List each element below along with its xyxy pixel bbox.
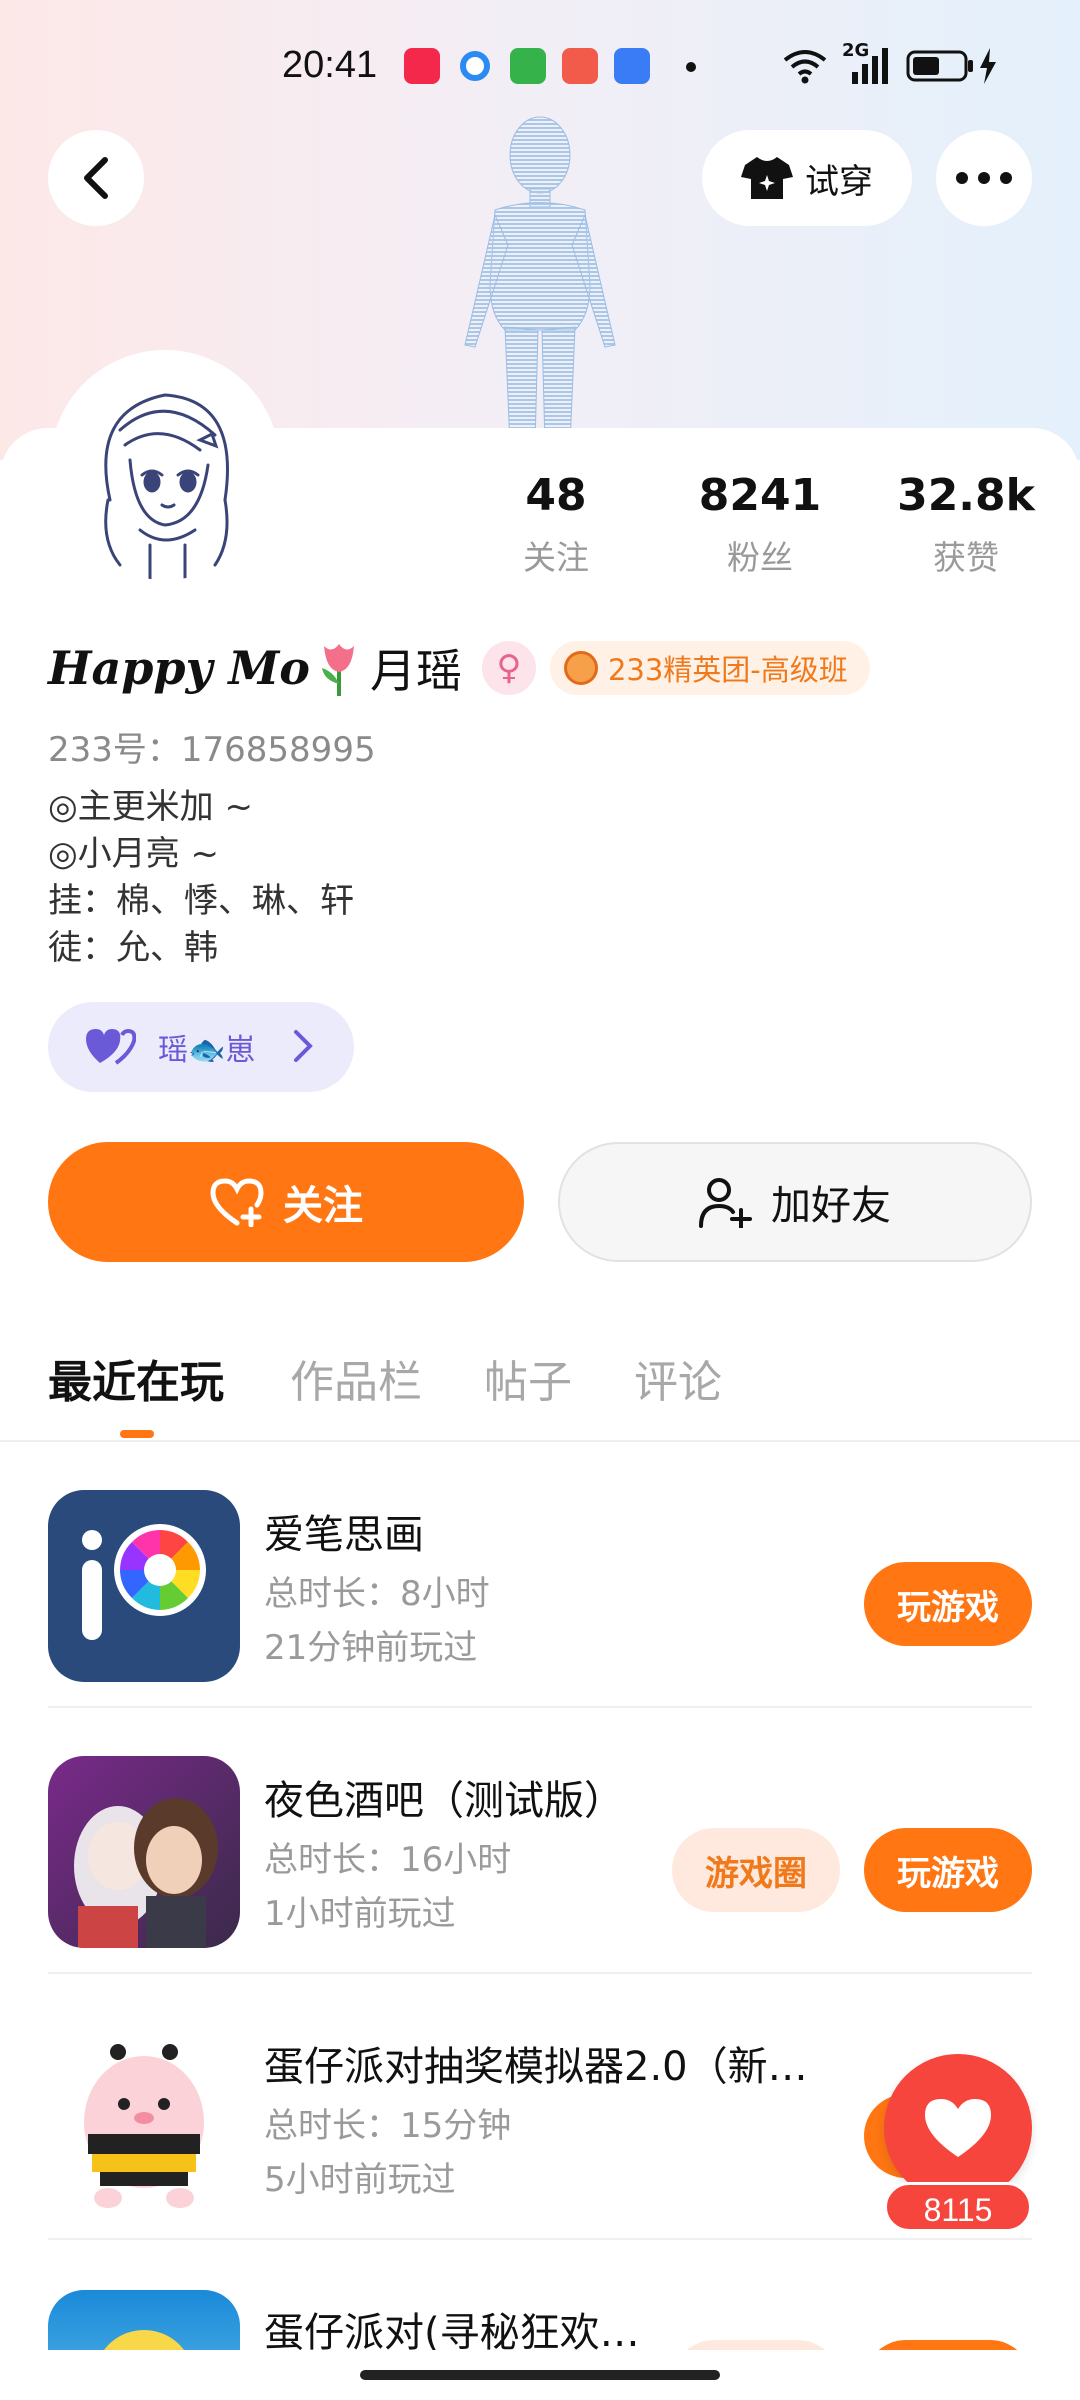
tab-works[interactable]: 作品栏 — [290, 1346, 422, 1410]
battery-icon — [906, 50, 973, 82]
game-last-played: 21分钟前玩过 — [264, 1628, 478, 1668]
name-row: Happy Mo 月瑶 ♀ 233精英团-高级班 — [48, 636, 870, 700]
bio-line: 挂：棉、悸、琳、轩 — [48, 881, 354, 921]
bio-line: 徒：允、韩 — [48, 928, 218, 968]
stat-likes[interactable]: 32.8k 获赞 — [886, 470, 1046, 579]
back-button[interactable] — [48, 130, 144, 226]
wifi-icon — [783, 50, 827, 84]
avatar-3d-figure — [464, 116, 616, 445]
game-duration: 总时长：8小时 — [264, 1574, 490, 1614]
game-circle-button[interactable] — [672, 2340, 840, 2350]
stat-label: 粉丝 — [727, 538, 793, 577]
stat-label: 获赞 — [933, 538, 999, 577]
avatar-illustration — [104, 393, 229, 580]
heart-icon — [925, 2099, 991, 2157]
game-title: 蛋仔派对(寻秘狂欢… — [264, 2310, 640, 2350]
market-app-icon — [510, 48, 546, 84]
tab-indicator — [120, 1430, 154, 1438]
more-button[interactable] — [936, 130, 1032, 226]
medal-icon — [563, 651, 598, 685]
play-game-button[interactable] — [864, 2340, 1032, 2350]
notification-dot-icon — [686, 62, 696, 72]
game-duration: 总时长：16小时 — [264, 1840, 512, 1880]
signal-icon — [852, 48, 888, 84]
follow-label: 关注 — [283, 1183, 363, 1229]
user-id: 233号：176858995 — [48, 730, 376, 770]
night-bar-game-icon — [48, 1756, 240, 1948]
gender-female-icon: ♀ — [481, 641, 536, 695]
chevron-right-icon — [294, 1030, 313, 1062]
like-count-badge: 8115 — [884, 2182, 1032, 2232]
stat-following[interactable]: 48 关注 — [476, 470, 636, 579]
play-game-button[interactable]: 玩游戏 — [864, 1828, 1032, 1912]
try-on-label: 试穿 — [805, 161, 873, 202]
list-item[interactable]: 爱笔思画 总时长：8小时 21分钟前玩过 玩游戏 — [0, 1442, 1080, 1708]
bio-line: ◎主更米加 ~ — [48, 787, 253, 827]
music-app-icon — [562, 48, 598, 84]
stat-fans[interactable]: 8241 粉丝 — [680, 470, 840, 579]
stat-value: 48 — [525, 470, 587, 521]
heart-plus-icon — [210, 1178, 264, 1227]
eggy-party-icon — [48, 2290, 240, 2350]
bio: ◎主更米加 ~ ◎小月亮 ~ 挂：棉、悸、琳、轩 徒：允、韩 — [48, 784, 354, 972]
username-cn: 月瑶 — [369, 644, 462, 698]
home-indicator[interactable] — [360, 2370, 720, 2380]
eggy-bee-icon — [48, 2022, 240, 2214]
tab-posts[interactable]: 帖子 — [484, 1346, 572, 1410]
follow-button[interactable]: 关注 — [48, 1142, 524, 1262]
list-item[interactable]: 夜色酒吧（测试版） 总时长：16小时 1小时前玩过 游戏圈 玩游戏 — [0, 1708, 1080, 1974]
fan-group-label: 瑶🐟崽 — [158, 1033, 256, 1068]
username-script: Happy Mo — [48, 641, 310, 695]
group-badge-label: 233精英团-高级班 — [607, 653, 848, 687]
status-bar: 20:41 2G — [0, 40, 1080, 95]
like-button[interactable] — [884, 2054, 1032, 2202]
bio-line: ◎小月亮 ~ — [48, 834, 219, 874]
game-circle-button[interactable]: 游戏圈 — [672, 1828, 840, 1912]
video-app-icon — [404, 48, 440, 84]
game-duration: 总时长：15分钟 — [264, 2106, 512, 2146]
game-last-played: 5小时前玩过 — [264, 2160, 456, 2200]
status-time: 20:41 — [282, 44, 378, 86]
game-title: 蛋仔派对抽奖模拟器2.0（新… — [264, 2044, 808, 2090]
stat-label: 关注 — [523, 538, 589, 577]
add-user-icon — [699, 1178, 752, 1228]
link-app-icon — [614, 48, 650, 84]
try-on-button[interactable]: 试穿 — [702, 130, 912, 226]
group-badge[interactable]: 233精英团-高级班 — [549, 641, 870, 695]
tulip-icon — [321, 644, 354, 696]
game-title: 爱笔思画 — [264, 1512, 424, 1558]
double-heart-icon — [86, 1028, 136, 1065]
shirt-icon — [741, 157, 793, 199]
more-dots-icon — [956, 172, 1012, 184]
tab-comments[interactable]: 评论 — [634, 1346, 722, 1410]
play-game-button[interactable]: 玩游戏 — [864, 1562, 1032, 1646]
ibis-paint-icon — [48, 1490, 240, 1682]
add-friend-label: 加好友 — [771, 1183, 891, 1229]
fan-group-tag[interactable]: 瑶🐟崽 — [48, 1002, 354, 1092]
stat-value: 32.8k — [897, 470, 1035, 521]
game-title: 夜色酒吧（测试版） — [264, 1778, 624, 1824]
charging-icon — [980, 48, 996, 84]
back-arrow-icon — [84, 157, 108, 199]
browser-app-icon — [460, 51, 490, 81]
add-friend-button[interactable]: 加好友 — [558, 1142, 1032, 1262]
profile-tabs: 最近在玩 作品栏 帖子 评论 — [0, 1340, 1080, 1440]
avatar[interactable] — [50, 350, 280, 580]
game-last-played: 1小时前玩过 — [264, 1894, 456, 1934]
list-item[interactable]: 蛋仔派对(寻秘狂欢… — [0, 2240, 1080, 2350]
tab-recently-played[interactable]: 最近在玩 — [48, 1346, 224, 1410]
stat-value: 8241 — [698, 470, 822, 521]
